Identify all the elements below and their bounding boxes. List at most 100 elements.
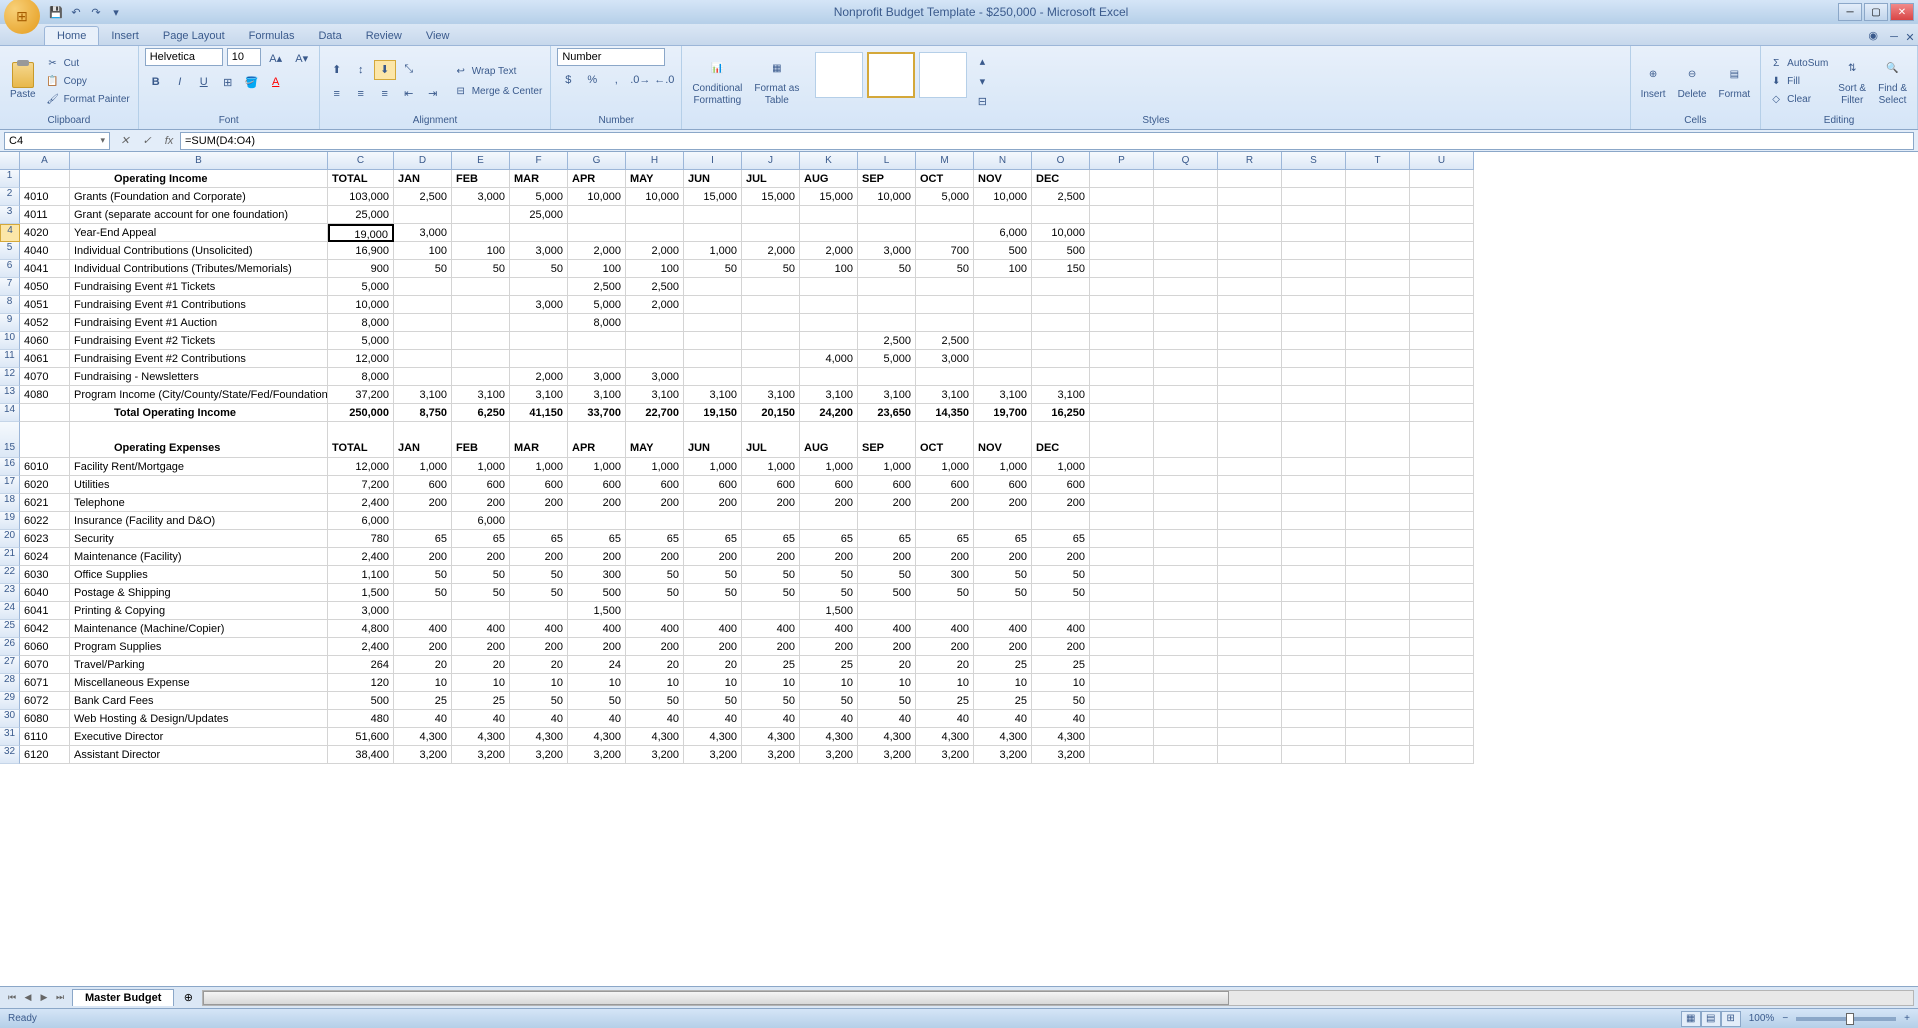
cell[interactable]: 200 bbox=[742, 548, 800, 566]
cell[interactable]: 3,100 bbox=[1032, 386, 1090, 404]
cell[interactable]: 65 bbox=[510, 530, 568, 548]
cell[interactable]: 24 bbox=[568, 656, 626, 674]
cell[interactable]: 200 bbox=[858, 494, 916, 512]
zoom-slider[interactable] bbox=[1796, 1017, 1896, 1021]
tab-insert[interactable]: Insert bbox=[99, 27, 151, 45]
cell[interactable]: Individual Contributions (Tributes/Memor… bbox=[70, 260, 328, 278]
cell[interactable] bbox=[510, 350, 568, 368]
tab-view[interactable]: View bbox=[414, 27, 462, 45]
cell[interactable]: 4,300 bbox=[974, 728, 1032, 746]
cell[interactable]: 600 bbox=[1032, 476, 1090, 494]
cell[interactable]: 8,750 bbox=[394, 404, 452, 422]
cell[interactable] bbox=[452, 314, 510, 332]
cell[interactable]: MAR bbox=[510, 170, 568, 188]
cell[interactable]: 200 bbox=[684, 548, 742, 566]
underline-button[interactable]: U bbox=[193, 72, 215, 92]
cell[interactable] bbox=[1282, 386, 1346, 404]
cell[interactable] bbox=[974, 350, 1032, 368]
align-right-button[interactable]: ≡ bbox=[374, 84, 396, 104]
cell[interactable] bbox=[1346, 296, 1410, 314]
cell[interactable]: 6023 bbox=[20, 530, 70, 548]
cell[interactable]: 500 bbox=[858, 584, 916, 602]
column-header[interactable]: U bbox=[1410, 152, 1474, 170]
cell[interactable]: 600 bbox=[394, 476, 452, 494]
cell[interactable]: Total Operating Income bbox=[70, 404, 328, 422]
cell[interactable]: 38,400 bbox=[328, 746, 394, 764]
row-header[interactable]: 4 bbox=[0, 224, 20, 242]
cell[interactable]: 50 bbox=[452, 584, 510, 602]
cell[interactable]: 200 bbox=[974, 638, 1032, 656]
cell[interactable]: 3,000 bbox=[510, 296, 568, 314]
column-header[interactable]: C bbox=[328, 152, 394, 170]
cell[interactable]: 1,000 bbox=[1032, 458, 1090, 476]
cell[interactable]: 10,000 bbox=[858, 188, 916, 206]
cell[interactable]: 12,000 bbox=[328, 458, 394, 476]
align-top-button[interactable]: ⬆ bbox=[326, 60, 348, 80]
row-header[interactable]: 17 bbox=[0, 476, 20, 494]
cell[interactable] bbox=[1090, 692, 1154, 710]
cell[interactable]: 200 bbox=[394, 638, 452, 656]
cell[interactable]: APR bbox=[568, 170, 626, 188]
cell[interactable] bbox=[1090, 638, 1154, 656]
cell[interactable]: 4080 bbox=[20, 386, 70, 404]
cell[interactable]: 1,100 bbox=[328, 566, 394, 584]
cell[interactable] bbox=[1154, 602, 1218, 620]
cell[interactable]: 500 bbox=[1032, 242, 1090, 260]
cell[interactable] bbox=[1282, 332, 1346, 350]
next-sheet-button[interactable]: ▶ bbox=[36, 990, 52, 1006]
cell[interactable]: 65 bbox=[626, 530, 684, 548]
scroll-thumb[interactable] bbox=[203, 991, 1229, 1005]
cell[interactable]: 3,000 bbox=[452, 188, 510, 206]
cell[interactable]: 65 bbox=[684, 530, 742, 548]
cell[interactable]: OCT bbox=[916, 422, 974, 458]
cell[interactable] bbox=[1154, 314, 1218, 332]
cell[interactable]: 1,500 bbox=[800, 602, 858, 620]
cell[interactable] bbox=[1154, 620, 1218, 638]
cell[interactable]: 200 bbox=[510, 638, 568, 656]
cell[interactable] bbox=[1282, 368, 1346, 386]
row-header[interactable]: 21 bbox=[0, 548, 20, 566]
cell[interactable]: 6024 bbox=[20, 548, 70, 566]
row-header[interactable]: 25 bbox=[0, 620, 20, 638]
cell[interactable] bbox=[1410, 242, 1474, 260]
tab-page-layout[interactable]: Page Layout bbox=[151, 27, 237, 45]
cell[interactable]: 16,250 bbox=[1032, 404, 1090, 422]
cell[interactable]: 50 bbox=[452, 566, 510, 584]
increase-indent-button[interactable]: ⇥ bbox=[422, 84, 444, 104]
cell[interactable]: 2,500 bbox=[858, 332, 916, 350]
cell[interactable] bbox=[1410, 404, 1474, 422]
cell[interactable]: 4,300 bbox=[800, 728, 858, 746]
cell[interactable] bbox=[742, 278, 800, 296]
cell[interactable] bbox=[1032, 332, 1090, 350]
cell[interactable] bbox=[684, 332, 742, 350]
cell[interactable]: 100 bbox=[626, 260, 684, 278]
cell[interactable] bbox=[394, 332, 452, 350]
cell[interactable]: 41,150 bbox=[510, 404, 568, 422]
cell[interactable] bbox=[1410, 458, 1474, 476]
row-header[interactable]: 29 bbox=[0, 692, 20, 710]
cell[interactable] bbox=[916, 224, 974, 242]
cell[interactable] bbox=[684, 350, 742, 368]
cancel-formula-button[interactable]: ✕ bbox=[114, 132, 136, 150]
cell[interactable] bbox=[1090, 206, 1154, 224]
cell[interactable] bbox=[1090, 710, 1154, 728]
cell[interactable] bbox=[1410, 278, 1474, 296]
cell[interactable] bbox=[742, 602, 800, 620]
cell[interactable] bbox=[1410, 548, 1474, 566]
cell[interactable]: AUG bbox=[800, 422, 858, 458]
cell[interactable] bbox=[1218, 332, 1282, 350]
cell[interactable]: 200 bbox=[916, 494, 974, 512]
cell[interactable] bbox=[1090, 548, 1154, 566]
cell[interactable]: 10 bbox=[800, 674, 858, 692]
align-center-button[interactable]: ≡ bbox=[350, 84, 372, 104]
cell[interactable] bbox=[800, 278, 858, 296]
cell[interactable] bbox=[452, 296, 510, 314]
cell[interactable]: 50 bbox=[916, 584, 974, 602]
cell[interactable] bbox=[1090, 278, 1154, 296]
column-header[interactable]: A bbox=[20, 152, 70, 170]
cell[interactable]: Assistant Director bbox=[70, 746, 328, 764]
cell[interactable] bbox=[1410, 260, 1474, 278]
cell[interactable]: Miscellaneous Expense bbox=[70, 674, 328, 692]
cell[interactable]: Utilities bbox=[70, 476, 328, 494]
cell[interactable]: 6021 bbox=[20, 494, 70, 512]
